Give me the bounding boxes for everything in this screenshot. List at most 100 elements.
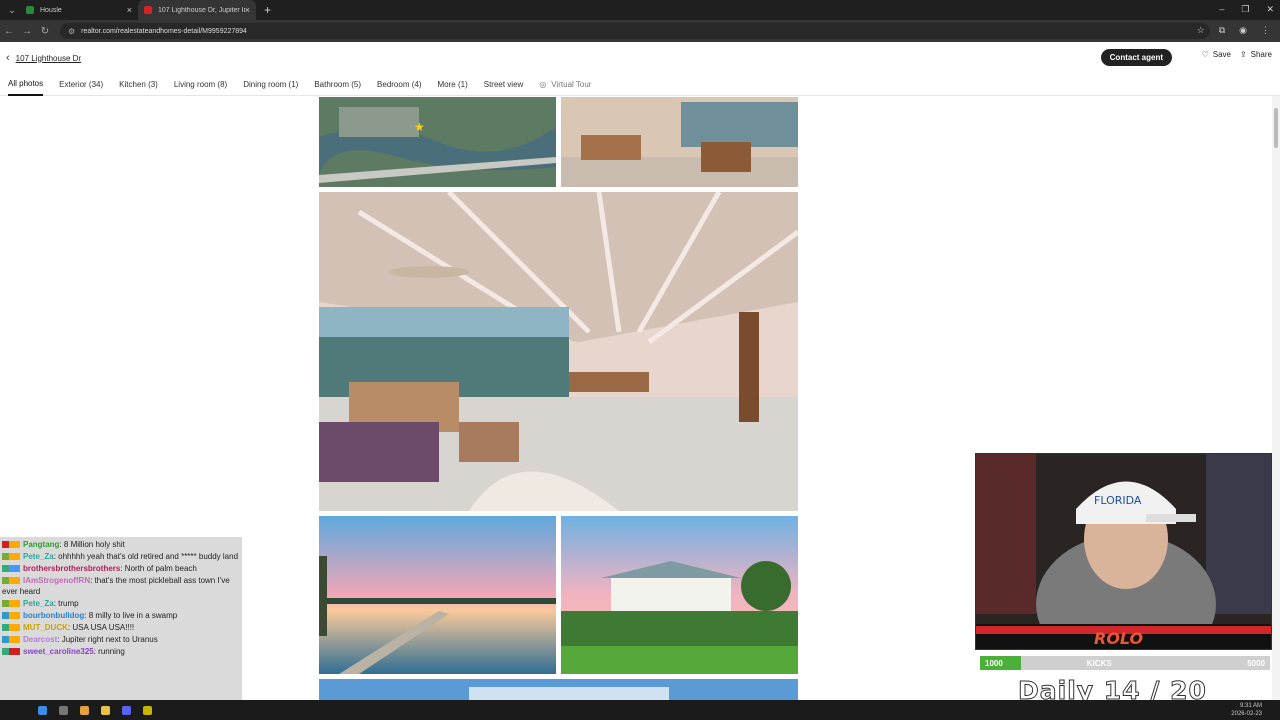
realtor-favicon bbox=[144, 6, 152, 14]
chat-message: sweet_caroline325: running bbox=[2, 646, 240, 657]
kicks-goal-bar: 1000 KICKS 5000 bbox=[980, 656, 1270, 670]
tab-bathroom[interactable]: Bathroom (5) bbox=[314, 74, 361, 96]
close-icon[interactable]: × bbox=[127, 5, 132, 15]
tab-living-room[interactable]: Living room (8) bbox=[174, 74, 227, 96]
kicks-max: 5000 bbox=[1247, 658, 1265, 668]
chat-username: brothersbrothersbrothers bbox=[23, 564, 121, 573]
chat-username: Dearcost bbox=[23, 635, 58, 644]
photo-aerial[interactable]: ★ bbox=[319, 97, 556, 187]
aerial-photo-image: ★ bbox=[319, 97, 556, 187]
chat-text: : Jupiter right next to Uranus bbox=[57, 635, 158, 644]
tab-more[interactable]: More (1) bbox=[438, 74, 468, 96]
url-text: realtor.com/realestateandhomes-detail/M9… bbox=[81, 27, 247, 35]
close-window-icon[interactable]: ✕ bbox=[1266, 4, 1274, 15]
chat-text: : USA USA USA!!!! bbox=[67, 623, 135, 632]
tab-virtual-tour[interactable]: ◎ Virtual Tour bbox=[539, 74, 591, 96]
photo-living-room-small[interactable] bbox=[561, 97, 798, 187]
minimize-icon[interactable]: – bbox=[1219, 4, 1224, 15]
house-exterior-photo-image bbox=[561, 516, 798, 674]
chat-username: sweet_caroline325 bbox=[23, 647, 94, 656]
window-controls: – ❐ ✕ bbox=[1219, 4, 1274, 15]
chat-username: Pete_Za bbox=[23, 599, 54, 608]
save-button[interactable]: ♡ Save bbox=[1202, 50, 1231, 59]
app-icon[interactable] bbox=[143, 705, 152, 715]
tab-title: Housle bbox=[40, 6, 62, 14]
chevron-left-icon[interactable]: ‹ bbox=[6, 52, 10, 64]
tab-realtor[interactable]: 107 Lighthouse Dr, Jupiter Inle × bbox=[138, 0, 256, 20]
chat-username: MUT_DUCK bbox=[23, 623, 68, 632]
forward-icon[interactable]: → bbox=[18, 26, 36, 37]
page-scrollbar[interactable] bbox=[1272, 96, 1280, 700]
share-button[interactable]: ⇪ Share bbox=[1240, 50, 1272, 59]
photo-dock-sunset[interactable] bbox=[319, 516, 556, 674]
tab-bedroom[interactable]: Bedroom (4) bbox=[377, 74, 421, 96]
stream-chat-overlay: Pangtang: 8 Million holy shit Pete_Za: o… bbox=[0, 537, 242, 702]
close-icon[interactable]: × bbox=[245, 5, 250, 15]
chat-username: bourbonbulldog bbox=[23, 611, 85, 620]
address-link[interactable]: 107 Lighthouse Dr bbox=[16, 54, 81, 63]
clock-time: 9:31 AM bbox=[1239, 703, 1262, 709]
photo-house-exterior[interactable] bbox=[561, 516, 798, 674]
more-menu-icon[interactable]: ⋮ bbox=[1261, 25, 1270, 36]
dock-photo-image bbox=[319, 516, 556, 674]
chat-message: bourbonbulldog: 8 milly to live in a swa… bbox=[2, 610, 240, 621]
chat-text: : 8 milly to live in a swamp bbox=[84, 611, 178, 620]
browser-tab-bar: ⌄ Housle × 107 Lighthouse Dr, Jupiter In… bbox=[0, 0, 1280, 20]
kicks-label: KICKS bbox=[1086, 658, 1112, 668]
chat-message: Pete_Za: ohhhhh yeah that's old retired … bbox=[2, 551, 240, 562]
url-input[interactable]: ⚙ realtor.com/realestateandhomes-detail/… bbox=[60, 23, 1210, 39]
tab-all-photos[interactable]: All photos bbox=[8, 74, 44, 96]
folder-icon[interactable] bbox=[101, 705, 110, 715]
taskbar: 9:31 AM 2026-02-23 bbox=[0, 700, 1280, 720]
chat-text: : 8 Million holy shit bbox=[59, 540, 125, 549]
great-room-photo-image bbox=[319, 192, 798, 511]
tab-kitchen[interactable]: Kitchen (3) bbox=[119, 74, 158, 96]
kicks-min: 1000 bbox=[985, 658, 1003, 668]
next-photo-image bbox=[319, 679, 798, 700]
listing-header: ‹ 107 Lighthouse Dr Contact agent ♡ Save … bbox=[0, 42, 1280, 74]
profile-icon[interactable]: ◉ bbox=[1239, 25, 1247, 36]
globe-icon: ◎ bbox=[539, 80, 547, 89]
svg-text:★: ★ bbox=[414, 120, 425, 134]
tab-search-icon[interactable]: ⌄ bbox=[4, 3, 20, 17]
housle-favicon bbox=[26, 6, 34, 14]
chat-text: : running bbox=[93, 647, 125, 656]
tab-title: 107 Lighthouse Dr, Jupiter Inle bbox=[158, 6, 245, 14]
chat-username: IAmStrogenoffRN bbox=[23, 576, 91, 585]
discord-icon[interactable] bbox=[122, 705, 131, 715]
new-tab-icon[interactable]: + bbox=[264, 3, 271, 17]
extensions-icon[interactable]: ⧉ bbox=[1219, 25, 1225, 36]
tab-housle[interactable]: Housle × bbox=[20, 0, 138, 20]
save-label: Save bbox=[1212, 50, 1231, 59]
chat-message: Pete_Za: trump bbox=[2, 598, 240, 609]
toolbar-icons: ☆ ⧉ ◉ ⋮ bbox=[1197, 25, 1270, 36]
chat-username: Pete_Za bbox=[23, 552, 54, 561]
browser-icon[interactable] bbox=[80, 705, 89, 715]
site-info-icon[interactable]: ⚙ bbox=[68, 27, 75, 36]
photo-category-tabs: All photos Exterior (34) Kitchen (3) Liv… bbox=[0, 74, 1280, 96]
chat-message: brothersbrothersbrothers: North of palm … bbox=[2, 563, 240, 574]
living-room-photo-image bbox=[561, 97, 798, 187]
reload-icon[interactable]: ↻ bbox=[36, 26, 54, 37]
scrollbar-thumb[interactable] bbox=[1274, 108, 1278, 148]
contact-agent-button[interactable]: Contact agent bbox=[1100, 49, 1172, 66]
chat-text: : trump bbox=[53, 599, 79, 608]
chat-message: MUT_DUCK: USA USA USA!!!! bbox=[2, 622, 240, 633]
svg-text:ROLO: ROLO bbox=[1094, 629, 1144, 648]
tab-dining-room[interactable]: Dining room (1) bbox=[243, 74, 298, 96]
tab-street-view[interactable]: Street view bbox=[484, 74, 524, 96]
tab-exterior[interactable]: Exterior (34) bbox=[59, 74, 103, 96]
restore-icon[interactable]: ❐ bbox=[1241, 4, 1249, 15]
start-icon[interactable] bbox=[38, 705, 47, 715]
system-clock[interactable]: 9:31 AM 2026-02-23 bbox=[1231, 702, 1262, 718]
chat-username: Pangtang bbox=[23, 540, 60, 549]
webcam-overlay: FLORIDA ROLO bbox=[975, 453, 1272, 650]
virtual-tour-label: Virtual Tour bbox=[551, 80, 592, 89]
photo-next[interactable] bbox=[319, 679, 798, 700]
chat-message: IAmStrogenoffRN: that's the most pickleb… bbox=[2, 575, 240, 597]
bookmark-star-icon[interactable]: ☆ bbox=[1197, 25, 1205, 36]
search-icon[interactable] bbox=[59, 705, 68, 715]
back-icon[interactable]: ← bbox=[0, 26, 18, 37]
chat-message: Dearcost: Jupiter right next to Uranus bbox=[2, 634, 240, 645]
photo-great-room[interactable] bbox=[319, 192, 798, 511]
